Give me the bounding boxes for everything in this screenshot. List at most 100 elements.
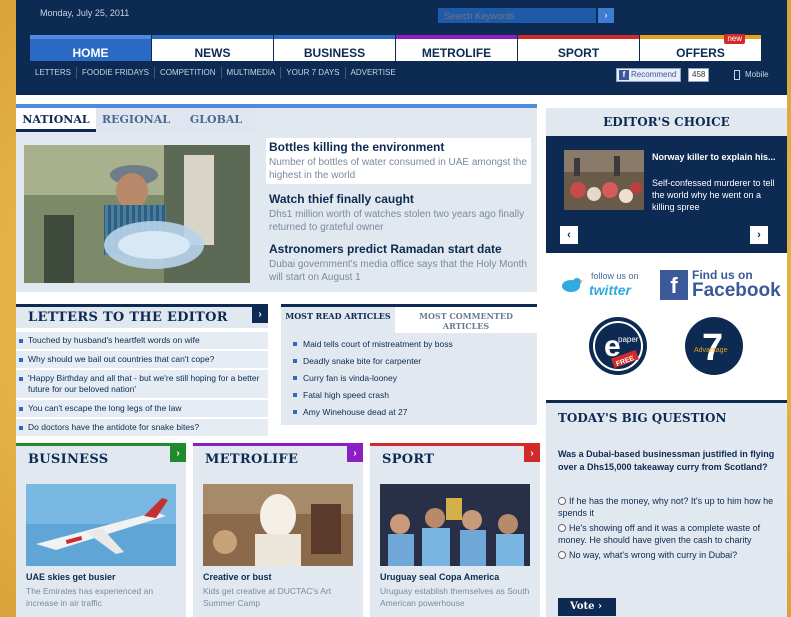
poll-option[interactable]: If he has the money, why not? It's up to… (558, 495, 780, 519)
sport-title[interactable]: SPORT (370, 446, 540, 474)
business-section: BUSINESS › UAE skies get busier The Emir… (16, 443, 186, 617)
list-item[interactable]: Deadly snake bite for carpenter (289, 356, 529, 367)
subnav-foodie-fridays[interactable]: FOODIE FRIDAYS (77, 67, 155, 79)
header: Monday, July 25, 2011 › HOME NEWS BUSINE… (16, 0, 787, 95)
tab-most-read[interactable]: MOST READ ARTICLES (281, 307, 395, 333)
metrolife-headline[interactable]: Creative or bust (203, 572, 358, 582)
subnav-letters[interactable]: LETTERS (30, 67, 78, 79)
story-desc: Number of bottles of water consumed in U… (269, 157, 527, 181)
editors-choice-desc: Self-confessed murderer to tell the worl… (652, 178, 775, 212)
twitter-follow-label: follow us on (591, 271, 639, 281)
subnav-multimedia[interactable]: MULTIMEDIA (222, 67, 282, 79)
metrolife-more-button[interactable]: › (347, 446, 363, 462)
nav-news[interactable]: NEWS (152, 35, 273, 61)
featured-story[interactable]: Bottles killing the environment Number o… (266, 138, 531, 184)
subnav-advertise[interactable]: ADVERTISE (346, 67, 401, 79)
metrolife-photo[interactable] (203, 484, 353, 566)
business-title[interactable]: BUSINESS (16, 446, 186, 474)
poll-option[interactable]: No way, what's wrong with curry in Dubai… (558, 549, 780, 561)
editors-choice-title: EDITOR'S CHOICE (546, 108, 787, 136)
sport-headline[interactable]: Uruguay seal Copa America (380, 572, 535, 582)
radio-button[interactable] (558, 497, 566, 505)
list-item[interactable]: Curry fan is vinda-looney (289, 373, 529, 384)
seven-advantage-button[interactable]: 7 Advantage (684, 316, 744, 376)
big-question-text: Was a Dubai-based businessman justified … (558, 449, 775, 472)
poll-option-label: He's showing off and it was a complete w… (558, 523, 761, 545)
business-desc: The Emirates has experienced an increase… (26, 586, 154, 608)
recommend-label: Recommend (631, 70, 677, 79)
list-item[interactable]: Amy Winehouse dead at 27 (289, 407, 529, 418)
tab-global[interactable]: GLOBAL (176, 108, 256, 132)
subnav-competition[interactable]: COMPETITION (155, 67, 222, 79)
letters-title[interactable]: LETTERS TO THE EDITOR (16, 307, 268, 329)
nav-home[interactable]: HOME (30, 35, 151, 61)
featured-headlines: Bottles killing the environment Number o… (266, 138, 531, 292)
story-title[interactable]: Astronomers predict Ramadan start date (269, 242, 531, 256)
facebook-icon: f (619, 70, 629, 80)
carousel-next-button[interactable]: › (750, 226, 768, 244)
most-read-tabs: MOST READ ARTICLES MOST COMMENTED ARTICL… (281, 307, 537, 333)
radio-button[interactable] (558, 524, 566, 532)
sport-more-button[interactable]: › (524, 446, 540, 462)
main-nav: HOME NEWS BUSINESS METROLIFE SPORT OFFER… (30, 34, 762, 61)
story-title[interactable]: Watch thief finally caught (269, 192, 531, 206)
twitter-follow-button[interactable]: follow us on twitter (551, 268, 649, 302)
mobile-link[interactable]: Mobile (734, 68, 769, 82)
tab-national[interactable]: NATIONAL (16, 108, 96, 132)
nav-offers[interactable]: OFFERS new (640, 34, 761, 61)
list-item[interactable]: Touched by husband's heartfelt words on … (16, 332, 268, 349)
metrolife-section: METROLIFE › Creative or bust Kids get cr… (193, 443, 363, 617)
sport-desc: Uruguay establish themselves as South Am… (380, 586, 530, 608)
list-item[interactable]: Do doctors have the antidote for snake b… (16, 419, 268, 436)
editors-choice-photo[interactable] (564, 150, 644, 210)
tab-regional[interactable]: REGIONAL (96, 108, 176, 132)
vote-label: Vote (570, 601, 595, 612)
metrolife-header: METROLIFE › (193, 446, 363, 474)
twitter-logo: twitter (589, 282, 631, 298)
big-question-title: TODAY'S BIG QUESTION (558, 411, 727, 425)
featured-story[interactable]: Watch thief finally caught Dhs1 million … (269, 192, 531, 234)
poll-option[interactable]: He's showing off and it was a complete w… (558, 522, 780, 546)
list-item[interactable]: Fatal high speed crash (289, 390, 529, 401)
vote-button[interactable]: Vote › (558, 598, 616, 616)
nav-offers-label: OFFERS (676, 46, 725, 60)
tab-most-commented[interactable]: MOST COMMENTED ARTICLES (395, 307, 537, 333)
story-desc: Dubai government's media office says tha… (269, 259, 527, 283)
letters-more-button[interactable]: › (252, 307, 268, 323)
story-desc: Dhs1 million worth of watches stolen two… (269, 209, 525, 233)
list-item[interactable]: Maid tells court of mistreatment by boss (289, 339, 529, 350)
business-headline[interactable]: UAE skies get busier (26, 572, 181, 582)
radio-button[interactable] (558, 551, 566, 559)
nav-business[interactable]: BUSINESS (274, 35, 395, 61)
search-input[interactable] (438, 8, 596, 23)
business-more-button[interactable]: › (170, 446, 186, 462)
featured-story[interactable]: Astronomers predict Ramadan start date D… (269, 242, 531, 284)
list-item[interactable]: 'Happy Birthday and all that - but we're… (16, 370, 268, 398)
metrolife-title[interactable]: METROLIFE (193, 446, 363, 474)
search-button[interactable]: › (598, 8, 614, 23)
letters-section: LETTERS TO THE EDITOR › Touched by husba… (16, 304, 268, 437)
carousel-prev-button[interactable]: ‹ (560, 226, 578, 244)
subnav-your-7-days[interactable]: YOUR 7 DAYS (281, 67, 346, 79)
facebook-wordmark: Facebook (692, 280, 781, 301)
list-item[interactable]: You can't escape the long legs of the la… (16, 400, 268, 417)
metrolife-desc: Kids get creative at DUCTAC's Art Summer… (203, 586, 332, 608)
business-photo[interactable] (26, 484, 176, 566)
story-title[interactable]: Bottles killing the environment (269, 140, 528, 154)
sport-header: SPORT › (370, 446, 540, 474)
featured-tabs: NATIONAL REGIONAL GLOBAL (16, 108, 256, 132)
recommend-button[interactable]: f Recommend (616, 68, 682, 82)
epaper-button[interactable]: e paper FREE (588, 316, 648, 376)
sport-photo[interactable] (380, 484, 530, 566)
most-read-section: MOST READ ARTICLES MOST COMMENTED ARTICL… (281, 304, 537, 425)
nav-metrolife[interactable]: METROLIFE (396, 35, 517, 61)
list-item[interactable]: Why should we bail out countries that ca… (16, 351, 268, 368)
nav-sport[interactable]: SPORT (518, 35, 639, 61)
sub-nav: LETTERS FOODIE FRIDAYS COMPETITION MULTI… (30, 67, 401, 79)
new-badge: new (724, 34, 745, 44)
featured-photo[interactable] (24, 145, 250, 283)
editors-choice-headline[interactable]: Norway killer to explain his... (652, 152, 778, 163)
facebook-find-button[interactable]: f Find us on Facebook (660, 268, 786, 302)
recommend-count: 458 (688, 68, 710, 82)
mobile-label: Mobile (745, 70, 769, 79)
